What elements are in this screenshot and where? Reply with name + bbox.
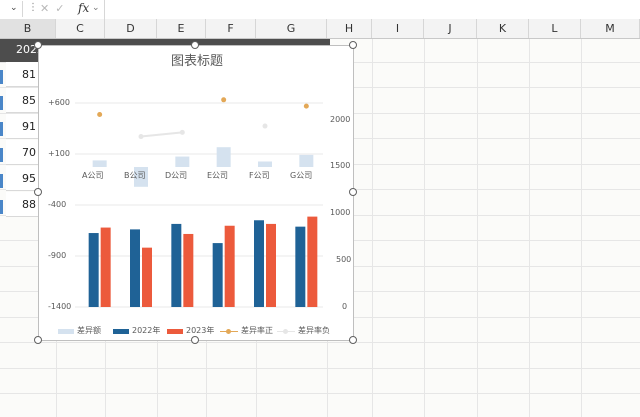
resize-handle-top[interactable] xyxy=(191,41,199,49)
column-headers: B C D E F G H I J K L M xyxy=(0,19,640,39)
secondary-y-tick-label: 2000 xyxy=(330,115,351,124)
cancel-icon[interactable]: ✕ xyxy=(40,2,55,15)
column-header-c[interactable]: C xyxy=(56,19,105,38)
function-dropdown-icon[interactable]: ⌄ xyxy=(92,3,100,13)
diff-bar xyxy=(258,161,272,167)
name-box-dropdown-icon[interactable]: ⌄ xyxy=(10,3,18,13)
category-label: F公司 xyxy=(249,171,270,180)
bar-2022 xyxy=(212,243,223,307)
secondary-y-tick-label: 1000 xyxy=(330,208,351,217)
chart-object[interactable]: 图表标题 +600 +100 -400 -900 -1400 2000 1500… xyxy=(38,45,354,341)
category-label: G公司 xyxy=(290,171,313,180)
resize-handle-top-left[interactable] xyxy=(34,41,42,49)
bar-2023 xyxy=(100,227,111,307)
legend-swatch xyxy=(113,329,129,334)
legend-item[interactable]: 2022年 xyxy=(132,325,160,337)
rate-positive-point xyxy=(221,97,227,103)
category-label: E公司 xyxy=(207,171,229,180)
bar-2022 xyxy=(254,220,264,307)
row-marker xyxy=(0,122,3,136)
bar-2022 xyxy=(88,233,99,307)
column-header-h[interactable]: H xyxy=(327,19,372,38)
formula-bar-grip-icon: ⋮ xyxy=(28,2,38,13)
column-header-f[interactable]: F xyxy=(206,19,256,38)
rate-negative-point xyxy=(262,123,268,129)
y-tick-label: -1400 xyxy=(48,302,72,311)
column-header-j[interactable]: J xyxy=(424,19,477,38)
column-header-k[interactable]: K xyxy=(477,19,529,38)
resize-handle-bottom-right[interactable] xyxy=(349,336,357,344)
bar-2023 xyxy=(142,247,152,307)
rate-positive-point xyxy=(303,103,309,109)
row-marker xyxy=(0,174,3,188)
enter-icon[interactable]: ✓ xyxy=(55,2,70,15)
column-header-g[interactable]: G xyxy=(256,19,327,38)
diff-bar xyxy=(175,156,190,167)
column-header-m[interactable]: M xyxy=(581,19,640,38)
bar-2023 xyxy=(224,225,235,307)
secondary-y-tick-label: 1500 xyxy=(330,161,351,170)
y-tick-label: +600 xyxy=(48,98,70,107)
row-marker xyxy=(0,148,3,162)
legend-item[interactable]: 差异额 xyxy=(77,325,101,337)
category-label: A公司 xyxy=(82,171,104,180)
y-tick-label: +100 xyxy=(48,149,70,158)
legend-item[interactable]: 差异率负 xyxy=(298,325,330,337)
column-header-b[interactable]: B xyxy=(0,19,56,38)
category-label: D公司 xyxy=(165,171,188,180)
legend-item[interactable]: 差异率正 xyxy=(241,325,273,337)
bar-2023 xyxy=(266,223,276,307)
secondary-y-tick-label: 500 xyxy=(336,255,352,264)
formula-divider xyxy=(104,0,105,19)
y-tick-label: -900 xyxy=(48,251,67,260)
legend-swatch xyxy=(167,329,183,334)
resize-handle-bottom-left[interactable] xyxy=(34,336,42,344)
resize-handle-left[interactable] xyxy=(34,188,42,196)
insert-function-button[interactable]: fx xyxy=(78,1,89,15)
bar-2022 xyxy=(295,226,306,307)
bar-2023 xyxy=(183,233,194,307)
diff-bar xyxy=(216,147,231,167)
column-header-e[interactable]: E xyxy=(157,19,206,38)
legend-item[interactable]: 2023年 xyxy=(186,325,214,337)
row-marker xyxy=(0,200,3,214)
bar-2022 xyxy=(171,223,182,307)
bar-2022 xyxy=(130,229,140,307)
category-label: B公司 xyxy=(124,171,146,180)
row-marker xyxy=(0,96,3,110)
rate-negative-line xyxy=(140,131,183,138)
legend-line-swatch xyxy=(277,329,295,334)
column-header-i[interactable]: I xyxy=(372,19,424,38)
chart-plot-area[interactable] xyxy=(39,46,355,342)
y-tick-label: -400 xyxy=(48,200,67,209)
secondary-y-tick-label: 0 xyxy=(342,302,348,311)
diff-bar xyxy=(299,154,314,167)
diff-bar xyxy=(92,160,107,167)
bar-2023 xyxy=(307,216,318,307)
rate-positive-point xyxy=(97,112,103,117)
formula-bar: ⌄ ⋮ ✕✓ fx ⌄ xyxy=(0,0,640,20)
chart-legend[interactable]: 差异额 2022年 2023年 差异率正 差异率负 xyxy=(39,325,355,337)
resize-handle-top-right[interactable] xyxy=(349,41,357,49)
legend-line-swatch xyxy=(220,329,238,334)
row-marker xyxy=(0,70,3,84)
resize-handle-bottom[interactable] xyxy=(191,336,199,344)
column-header-d[interactable]: D xyxy=(105,19,157,38)
legend-swatch xyxy=(58,329,74,334)
column-header-l[interactable]: L xyxy=(529,19,581,38)
resize-handle-right[interactable] xyxy=(349,188,357,196)
